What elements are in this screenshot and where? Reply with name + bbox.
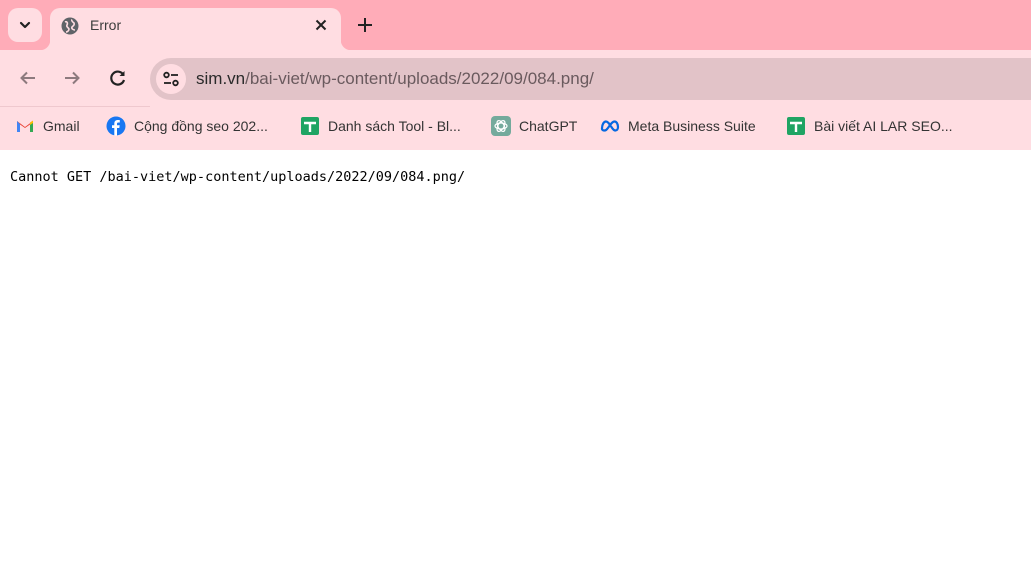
bookmarks-bar: Gmail Cộng đồng seo 202... Danh sách Too… bbox=[0, 107, 1031, 150]
site-info-button[interactable] bbox=[156, 64, 186, 94]
tab-search-button[interactable] bbox=[8, 8, 42, 42]
reload-icon bbox=[110, 70, 126, 86]
tab-title: Error bbox=[90, 17, 122, 33]
meta-icon bbox=[600, 120, 620, 132]
page-content: Cannot GET /bai-viet/wp-content/uploads/… bbox=[0, 150, 1031, 585]
bookmark-ai-lar-seo[interactable]: Bài viết AI LAR SEO... bbox=[786, 115, 953, 137]
globe-icon bbox=[61, 17, 79, 35]
close-icon bbox=[315, 19, 327, 31]
bookmark-label: Meta Business Suite bbox=[628, 118, 756, 134]
back-button[interactable] bbox=[14, 64, 42, 92]
bookmark-tool-list[interactable]: Danh sách Tool - Bl... bbox=[300, 115, 461, 137]
google-sheets-icon bbox=[787, 117, 805, 135]
bookmark-chatgpt[interactable]: ChatGPT bbox=[491, 115, 577, 137]
tab-strip: Error bbox=[0, 0, 1031, 50]
tune-icon bbox=[163, 71, 179, 87]
bookmark-label: Bài viết AI LAR SEO... bbox=[814, 118, 953, 134]
bookmark-facebook-group[interactable]: Cộng đồng seo 202... bbox=[106, 115, 268, 137]
chevron-down-icon bbox=[19, 21, 31, 29]
google-sheets-icon bbox=[301, 117, 319, 135]
url-text[interactable]: sim.vn/bai-viet/wp-content/uploads/2022/… bbox=[196, 69, 594, 89]
forward-button[interactable] bbox=[58, 64, 86, 92]
new-tab-button[interactable] bbox=[353, 13, 377, 37]
tab-close-button[interactable] bbox=[311, 15, 331, 35]
facebook-icon bbox=[106, 116, 126, 136]
toolbar: sim.vn/bai-viet/wp-content/uploads/2022/… bbox=[0, 50, 1031, 107]
bookmark-gmail[interactable]: Gmail bbox=[15, 115, 80, 137]
bookmark-meta-business-suite[interactable]: Meta Business Suite bbox=[600, 115, 756, 137]
address-bar[interactable]: sim.vn/bai-viet/wp-content/uploads/2022/… bbox=[150, 58, 1031, 100]
error-message: Cannot GET /bai-viet/wp-content/uploads/… bbox=[10, 169, 466, 185]
chatgpt-icon bbox=[491, 116, 511, 136]
bookmark-label: ChatGPT bbox=[519, 118, 578, 134]
bookmark-label: Cộng đồng seo 202... bbox=[134, 118, 268, 134]
gmail-icon bbox=[17, 120, 33, 132]
bookmark-label: Danh sách Tool - Bl... bbox=[328, 118, 461, 134]
tab-active[interactable]: Error bbox=[40, 8, 351, 50]
url-path: /bai-viet/wp-content/uploads/2022/09/084… bbox=[245, 69, 594, 88]
arrow-right-icon bbox=[65, 71, 80, 85]
plus-icon bbox=[358, 18, 372, 32]
arrow-left-icon bbox=[20, 71, 35, 85]
url-host: sim.vn bbox=[196, 69, 246, 88]
reload-button[interactable] bbox=[104, 64, 132, 92]
bookmark-label: Gmail bbox=[43, 118, 80, 134]
